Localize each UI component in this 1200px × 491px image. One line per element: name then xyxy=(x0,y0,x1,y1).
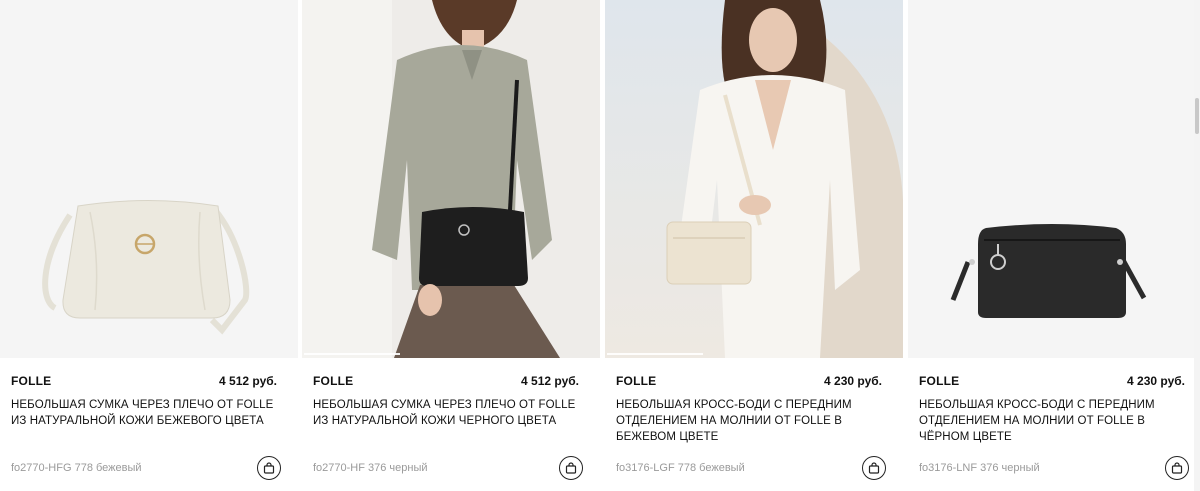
product-brand: FOLLE xyxy=(313,374,354,388)
add-to-cart-button[interactable] xyxy=(862,456,886,480)
product-price: 4 230 руб. xyxy=(824,374,882,388)
product-brand: FOLLE xyxy=(919,374,960,388)
add-to-cart-button[interactable] xyxy=(1165,456,1189,480)
product-brand: FOLLE xyxy=(11,374,52,388)
product-image[interactable] xyxy=(908,0,1200,358)
product-price: 4 230 руб. xyxy=(1127,374,1185,388)
product-image[interactable] xyxy=(0,0,298,358)
add-to-cart-button[interactable] xyxy=(559,456,583,480)
page-scrollbar[interactable] xyxy=(1194,0,1200,491)
product-card[interactable]: FOLLE 4 512 руб. НЕБОЛЬШАЯ СУМКА ЧЕРЕЗ П… xyxy=(0,0,300,491)
product-price: 4 512 руб. xyxy=(219,374,277,388)
product-image[interactable] xyxy=(605,0,903,358)
product-sku: fo3176-LNF 376 черный xyxy=(919,462,1040,474)
product-brand: FOLLE xyxy=(616,374,657,388)
scrollbar-thumb[interactable] xyxy=(1195,98,1199,134)
shopping-bag-icon xyxy=(1171,462,1183,474)
product-title[interactable]: НЕБОЛЬШАЯ КРОСС-БОДИ С ПЕРЕДНИМ ОТДЕЛЕНИ… xyxy=(919,397,1189,445)
product-card[interactable]: FOLLE 4 230 руб. НЕБОЛЬШАЯ КРОСС-БОДИ С … xyxy=(605,0,905,491)
product-grid: FOLLE 4 512 руб. НЕБОЛЬШАЯ СУМКА ЧЕРЕЗ П… xyxy=(0,0,1200,491)
slide-indicator xyxy=(607,353,703,355)
product-sku: fo3176-LGF 778 бежевый xyxy=(616,462,745,474)
product-sku: fo2770-HF 376 черный xyxy=(313,462,428,474)
add-to-cart-button[interactable] xyxy=(257,456,281,480)
shopping-bag-icon xyxy=(868,462,880,474)
product-sku: fo2770-HFG 778 бежевый xyxy=(11,462,142,474)
shopping-bag-icon xyxy=(263,462,275,474)
product-card[interactable]: FOLLE 4 230 руб. НЕБОЛЬШАЯ КРОСС-БОДИ С … xyxy=(908,0,1200,491)
slide-indicator xyxy=(304,353,400,355)
shopping-bag-icon xyxy=(565,462,577,474)
product-price: 4 512 руб. xyxy=(521,374,579,388)
product-title[interactable]: НЕБОЛЬШАЯ СУМКА ЧЕРЕЗ ПЛЕЧО ОТ FOLLE ИЗ … xyxy=(11,397,281,429)
product-title[interactable]: НЕБОЛЬШАЯ СУМКА ЧЕРЕЗ ПЛЕЧО ОТ FOLLE ИЗ … xyxy=(313,397,583,429)
product-card[interactable]: FOLLE 4 512 руб. НЕБОЛЬШАЯ СУМКА ЧЕРЕЗ П… xyxy=(302,0,602,491)
product-image[interactable] xyxy=(302,0,600,358)
product-title[interactable]: НЕБОЛЬШАЯ КРОСС-БОДИ С ПЕРЕДНИМ ОТДЕЛЕНИ… xyxy=(616,397,886,445)
